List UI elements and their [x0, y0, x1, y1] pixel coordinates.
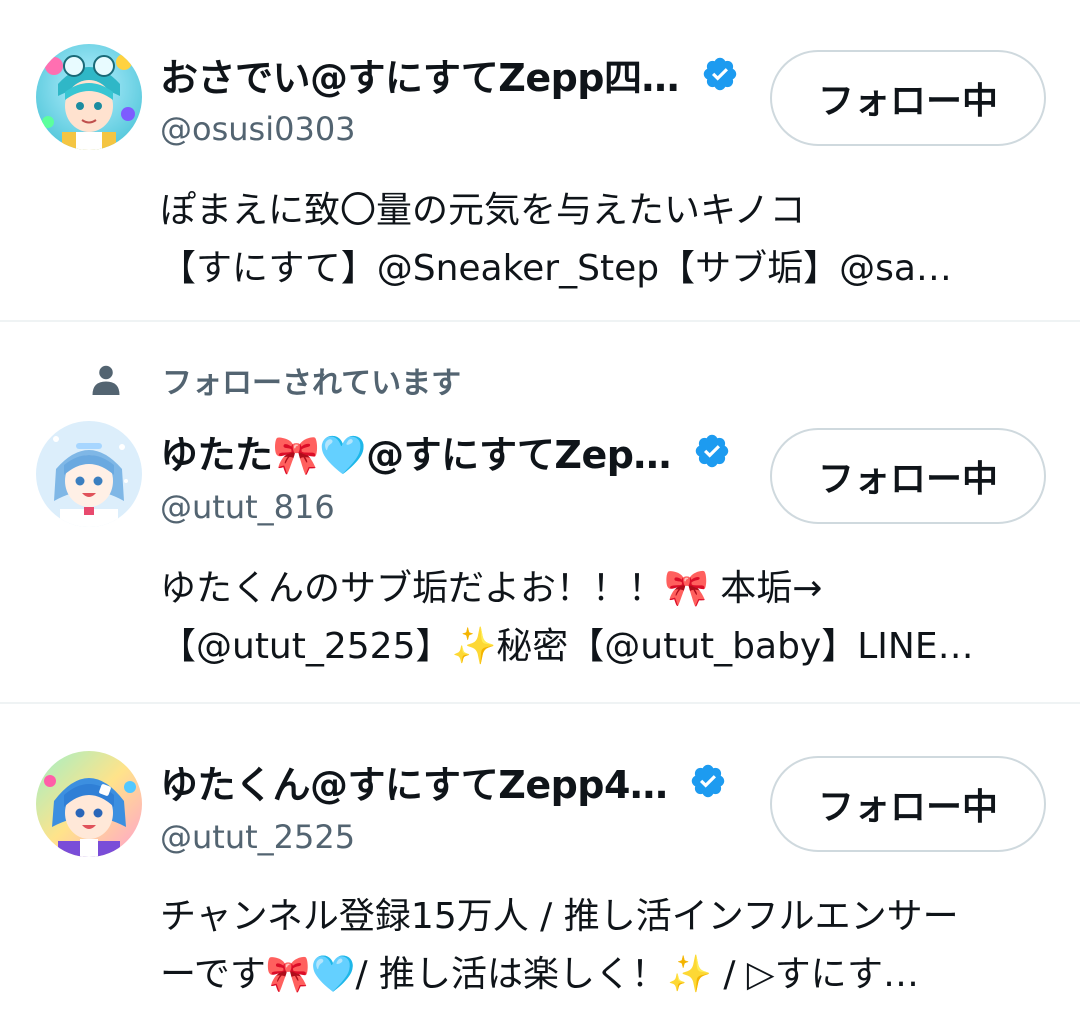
person-icon — [86, 360, 126, 400]
bio-line: 【すにすて】@Sneaker_Step【サブ垢】@sa… — [160, 248, 952, 289]
bio-line: チャンネル登録15万人 / 推し活インフルエンサー — [160, 896, 959, 937]
handle: @utut_816 — [160, 488, 335, 526]
followed-by-context: フォローされています — [86, 360, 462, 401]
following-button[interactable]: フォロー中 — [770, 756, 1046, 852]
verified-badge-icon — [693, 432, 731, 470]
display-name[interactable]: ゆたくん@すにすてZepp4… — [160, 754, 667, 809]
verified-badge-icon — [689, 762, 727, 800]
avatar[interactable] — [36, 751, 142, 857]
following-button[interactable]: フォロー中 — [770, 50, 1046, 146]
bio-line: ゆたくんのサブ垢だよお！！！🎀 本垢→ — [160, 568, 823, 609]
avatar[interactable] — [36, 421, 142, 527]
avatar[interactable] — [36, 44, 142, 150]
user-list: おさでい@すにすてZepp四… @osusi0303 フォロー中 ぽまえに致〇量… — [0, 0, 1080, 1028]
verified-badge-icon — [701, 55, 739, 93]
user-cell[interactable]: ゆたくん@すにすてZepp4… @utut_2525 フォロー中 チャンネル登録… — [0, 704, 1080, 1028]
context-label: フォローされています — [162, 366, 462, 401]
bio: ゆたくんのサブ垢だよお！！！🎀 本垢→ 【@utut_2525】✨秘密【@utu… — [160, 560, 1040, 676]
bio: ぽまえに致〇量の元気を与えたいキノコ 【すにすて】@Sneaker_Step【サ… — [160, 182, 1040, 298]
bio-line: ーです🎀🩵/ 推し活は楽しく！✨ / ▷すにす… — [160, 954, 919, 995]
handle: @osusi0303 — [160, 110, 356, 148]
user-cell[interactable]: おさでい@すにすてZepp四… @osusi0303 フォロー中 ぽまえに致〇量… — [0, 0, 1080, 320]
following-button[interactable]: フォロー中 — [770, 428, 1046, 524]
display-name[interactable]: おさでい@すにすてZepp四… — [160, 47, 679, 102]
bio-line: ぽまえに致〇量の元気を与えたいキノコ — [160, 190, 806, 231]
bio-line: 【@utut_2525】✨秘密【@utut_baby】LINE… — [160, 626, 974, 667]
display-name[interactable]: ゆたた🎀🩵@すにすてZep… — [160, 424, 671, 479]
bio: チャンネル登録15万人 / 推し活インフルエンサー ーです🎀🩵/ 推し活は楽しく… — [160, 888, 1040, 1004]
handle: @utut_2525 — [160, 818, 356, 856]
user-cell[interactable]: フォローされています ゆたた🎀🩵@すにすてZep… @utut_816 フォロー… — [0, 322, 1080, 702]
